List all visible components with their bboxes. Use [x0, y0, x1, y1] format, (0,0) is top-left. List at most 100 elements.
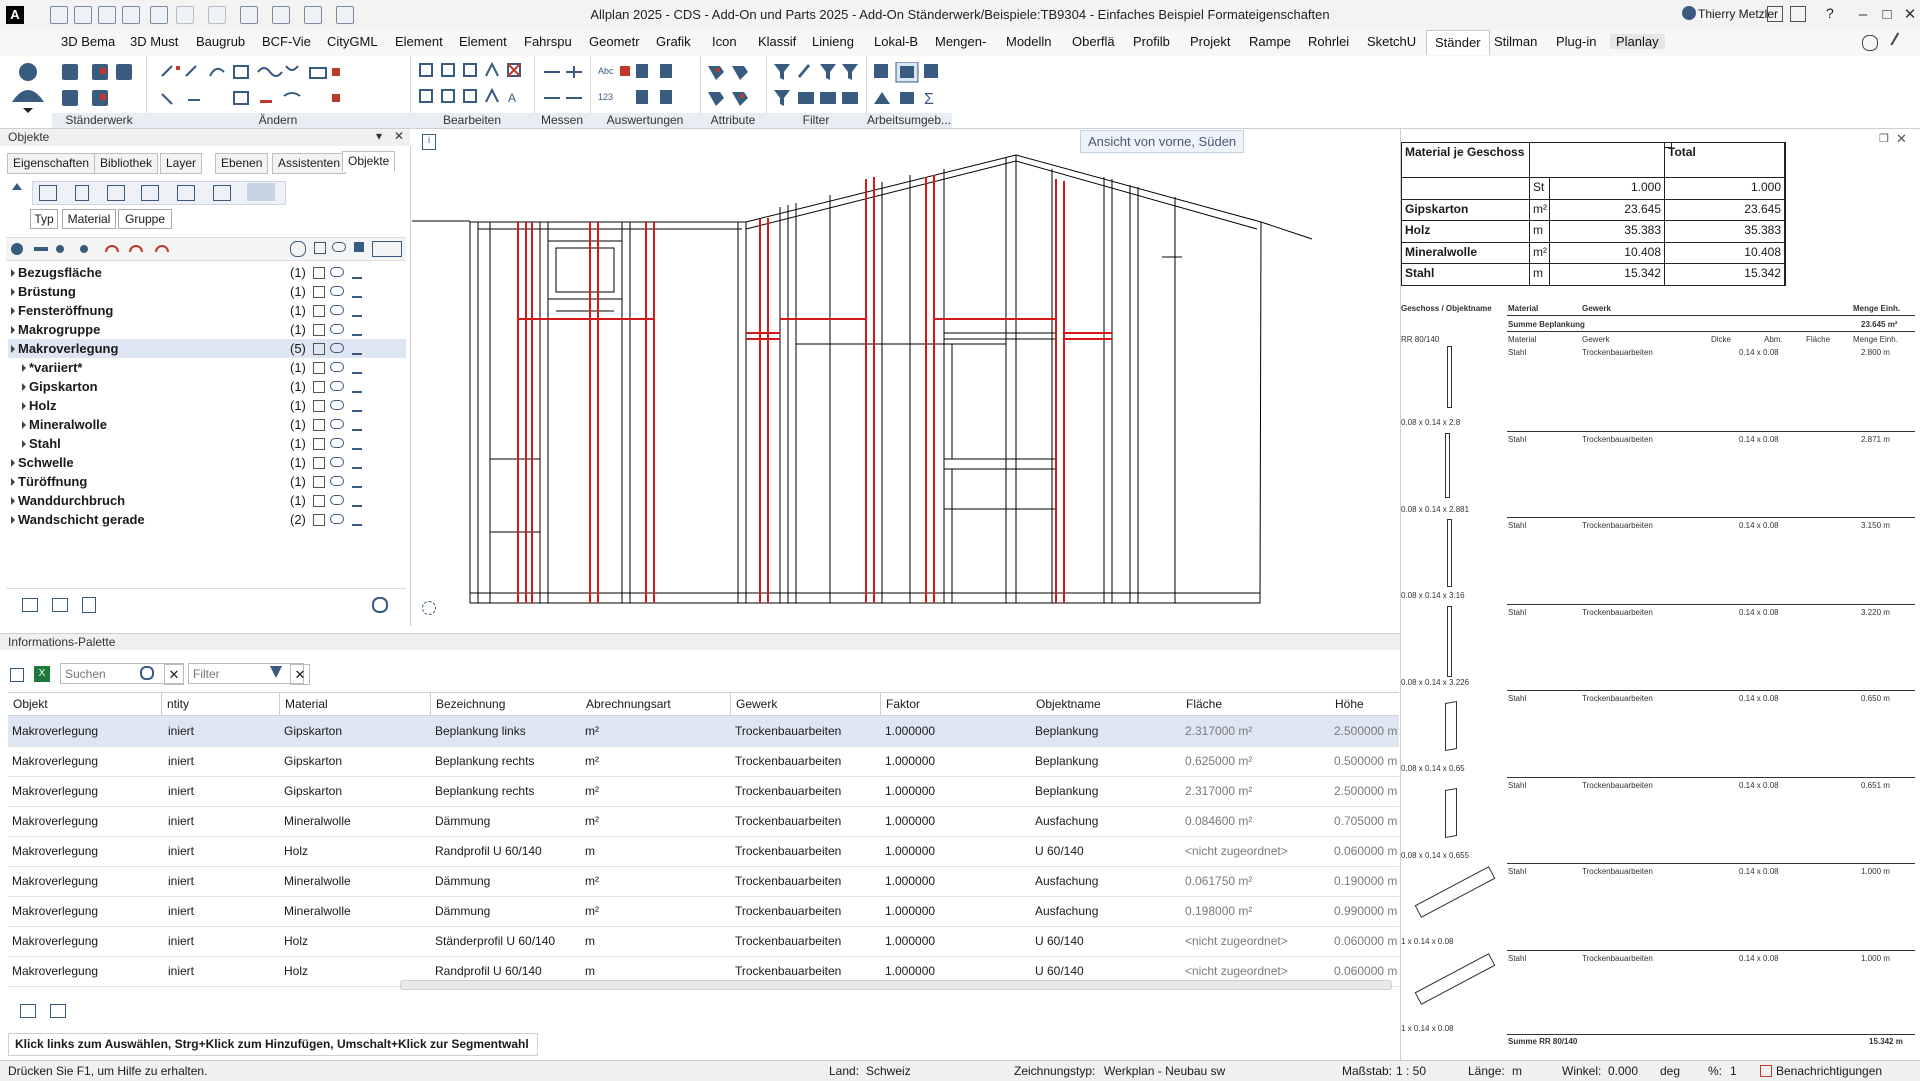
- expand-caret-icon[interactable]: [22, 440, 26, 448]
- settings-icon[interactable]: [1767, 6, 1783, 22]
- tab-icon[interactable]: Icon: [712, 34, 737, 49]
- tab-stilman[interactable]: Stilman: [1494, 34, 1537, 49]
- tab-geometr[interactable]: Geometr: [589, 34, 640, 49]
- tree-item[interactable]: Mineralwolle (1): [8, 415, 406, 434]
- tab-element-2[interactable]: Element: [459, 34, 507, 49]
- pen-icon[interactable]: [352, 438, 362, 450]
- tab-modelln[interactable]: Modelln: [1006, 34, 1052, 49]
- tree-item[interactable]: Bezugsfläche (1): [8, 263, 406, 282]
- table-row[interactable]: Makroverlegung iniert Holz Ständerprofil U …: [8, 926, 1399, 957]
- visibility-icon[interactable]: [330, 343, 344, 353]
- status-zeichnungstyp[interactable]: Werkplan - Neubau sw: [1104, 1064, 1225, 1078]
- tree-item[interactable]: Brüstung (1): [8, 282, 406, 301]
- expand-caret-icon[interactable]: [11, 459, 15, 467]
- clear-search-icon[interactable]: ✕: [164, 664, 184, 685]
- pen-icon[interactable]: [352, 381, 362, 393]
- tab-sketchu[interactable]: SketchU: [1367, 34, 1416, 49]
- viewport[interactable]: i Ansicht von vorne, Süden: [412, 129, 1400, 626]
- col-material[interactable]: Material: [280, 693, 431, 715]
- checkbox-icon[interactable]: [313, 362, 325, 374]
- col-flaeche[interactable]: Fläche: [1181, 693, 1331, 715]
- status-benachrichtigungen[interactable]: Benachrichtigungen: [1776, 1064, 1882, 1078]
- category-filter-icon[interactable]: [177, 185, 195, 201]
- visibility-icon[interactable]: [330, 419, 344, 429]
- export-icon[interactable]: [22, 598, 38, 612]
- checkbox-icon[interactable]: [313, 324, 325, 336]
- shop-icon[interactable]: [1790, 6, 1806, 22]
- tree-item[interactable]: *variiert* (1): [8, 358, 406, 377]
- tab-eigenschaften[interactable]: Eigenschaften: [7, 153, 96, 174]
- tab-staender[interactable]: Ständer: [1426, 30, 1490, 55]
- visibility-icon[interactable]: [330, 438, 344, 448]
- expand-caret-icon[interactable]: [22, 383, 26, 391]
- tree-item[interactable]: Stahl (1): [8, 434, 406, 453]
- tab-objekte[interactable]: Objekte: [342, 151, 396, 172]
- tab-lokal-b[interactable]: Lokal-B: [874, 34, 918, 49]
- table-row[interactable]: Makroverlegung iniert Gipskarton Beplankung…: [8, 716, 1399, 747]
- pen-icon[interactable]: [352, 514, 362, 526]
- checkbox-icon[interactable]: [313, 305, 325, 317]
- tab-baugrub[interactable]: Baugrub: [196, 34, 245, 49]
- expand-caret-icon[interactable]: [22, 421, 26, 429]
- notification-icon[interactable]: [1760, 1065, 1772, 1077]
- search-icon[interactable]: [140, 666, 154, 680]
- horizontal-scrollbar[interactable]: [400, 980, 1392, 990]
- status-winkel[interactable]: 0.000: [1608, 1064, 1638, 1078]
- checkbox-all-icon[interactable]: [314, 242, 326, 254]
- filter-gruppe-button[interactable]: Gruppe: [118, 209, 172, 229]
- status-prozent[interactable]: 1: [1730, 1064, 1737, 1078]
- checkbox-icon[interactable]: [313, 419, 325, 431]
- tab-assistenten[interactable]: Assistenten: [272, 153, 347, 174]
- tab-mengen[interactable]: Mengen-: [935, 34, 986, 49]
- tab-rampe[interactable]: Rampe: [1249, 34, 1291, 49]
- close-sheet-icon[interactable]: ✕: [1896, 131, 1907, 147]
- checkbox-icon[interactable]: [313, 267, 325, 279]
- help-icon[interactable]: ?: [1826, 5, 1834, 21]
- palette-import-icon[interactable]: [50, 1004, 66, 1018]
- tab-linieng[interactable]: Linieng: [812, 34, 854, 49]
- tab-fahrspu[interactable]: Fahrspu: [524, 34, 572, 49]
- visibility-icon[interactable]: [330, 495, 344, 505]
- tab-grafik[interactable]: Grafik: [656, 34, 691, 49]
- status-land[interactable]: Schweiz: [866, 1064, 911, 1078]
- close-panel-icon[interactable]: ✕: [394, 129, 404, 143]
- expand-caret-icon[interactable]: [11, 345, 15, 353]
- filter-icon[interactable]: [270, 666, 282, 678]
- tab-ebenen[interactable]: Ebenen: [215, 153, 269, 174]
- table-row[interactable]: Makroverlegung iniert Holz Randprofil U 60/…: [8, 836, 1399, 867]
- expand-caret-icon[interactable]: [11, 497, 15, 505]
- pen-icon[interactable]: [352, 400, 362, 412]
- checkbox-icon[interactable]: [313, 286, 325, 298]
- filter-typ-button[interactable]: Typ: [30, 209, 58, 229]
- col-bezeichnung[interactable]: Bezeichnung: [431, 693, 582, 715]
- filter-input[interactable]: [188, 663, 304, 684]
- tree-item[interactable]: Wandschicht gerade (2): [8, 510, 406, 529]
- tab-rohrlei[interactable]: Rohrlei: [1308, 34, 1349, 49]
- status-massstab[interactable]: 1 : 50: [1396, 1064, 1426, 1078]
- visibility-icon[interactable]: [330, 362, 344, 372]
- visibility-icon[interactable]: [330, 476, 344, 486]
- category-tag-icon[interactable]: [213, 185, 231, 201]
- palette-export-icon[interactable]: [20, 1004, 36, 1018]
- table-row[interactable]: Makroverlegung iniert Gipskarton Beplankung…: [8, 746, 1399, 777]
- excel-icon[interactable]: X: [34, 666, 50, 682]
- visibility-all-icon[interactable]: [332, 242, 346, 252]
- pen-icon[interactable]: [352, 305, 362, 317]
- tab-element-1[interactable]: Element: [395, 34, 443, 49]
- tree-item[interactable]: Türöffnung (1): [8, 472, 406, 491]
- category-grid-icon[interactable]: [141, 185, 159, 201]
- col-entity[interactable]: ntity: [162, 693, 280, 715]
- pin-icon[interactable]: [1890, 32, 1910, 52]
- col-gewerk[interactable]: Gewerk: [731, 693, 881, 715]
- col-objekt[interactable]: Objekt: [8, 693, 162, 715]
- checkbox-icon[interactable]: [313, 343, 325, 355]
- tab-3d-must[interactable]: 3D Must: [130, 34, 178, 49]
- visibility-icon[interactable]: [330, 305, 344, 315]
- category-building-icon[interactable]: [39, 185, 57, 201]
- visibility-icon[interactable]: [330, 457, 344, 467]
- visibility-icon[interactable]: [330, 381, 344, 391]
- tree-item[interactable]: Holz (1): [8, 396, 406, 415]
- visibility-icon[interactable]: [330, 267, 344, 277]
- pen-icon[interactable]: [352, 343, 362, 355]
- user-name[interactable]: Thierry Metzler: [1698, 7, 1778, 21]
